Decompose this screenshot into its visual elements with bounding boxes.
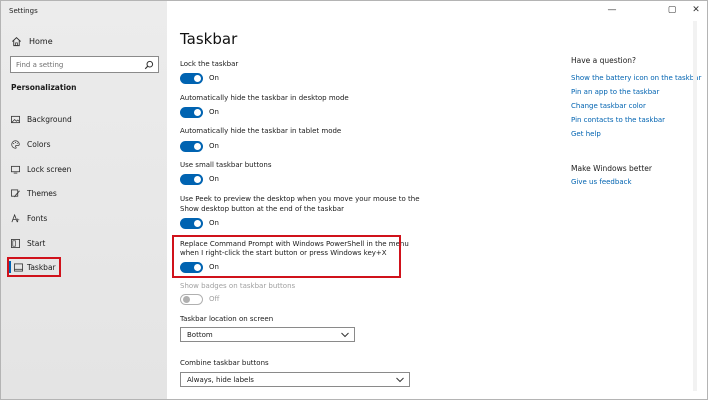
toggle-autohide-tablet[interactable] <box>180 141 203 152</box>
sidebar-item-label: Themes <box>27 188 57 198</box>
highlight-box-taskbar-nav <box>7 257 61 277</box>
page-title: Taskbar <box>180 30 238 48</box>
chevron-down-icon <box>396 377 404 383</box>
location-dropdown[interactable]: Bottom <box>180 327 355 342</box>
app-title: Settings <box>9 7 38 15</box>
brush-icon <box>11 188 20 197</box>
toggle-badges[interactable] <box>180 294 203 305</box>
toggle-state: Off <box>209 295 220 303</box>
font-icon <box>11 213 20 222</box>
combine-value: Always, hide labels <box>187 376 254 384</box>
toggle-knob <box>194 176 201 183</box>
highlight-box-powershell <box>172 235 401 278</box>
sidebar-item-colors[interactable]: Colors <box>1 133 167 155</box>
sidebar-item-background[interactable]: Background <box>1 108 167 130</box>
search-input[interactable]: Find a setting <box>10 56 159 73</box>
link-pin-contacts[interactable]: Pin contacts to the taskbar <box>571 116 665 124</box>
settings-window: Settings Home Find a setting Personaliza… <box>0 0 708 400</box>
link-change-color[interactable]: Change taskbar color <box>571 102 646 110</box>
sidebar-item-label: Lock screen <box>27 164 72 174</box>
combine-dropdown[interactable]: Always, hide labels <box>180 372 410 387</box>
toggle-knob <box>194 75 201 82</box>
location-label: Taskbar location on screen <box>180 315 274 323</box>
link-feedback[interactable]: Give us feedback <box>571 178 632 186</box>
toggle-knob <box>194 220 201 227</box>
home-link[interactable]: Home <box>11 35 53 47</box>
setting-label-badges: Show badges on taskbar buttons <box>180 282 296 290</box>
home-label: Home <box>29 36 53 46</box>
maximize-button[interactable]: ▢ <box>665 5 679 15</box>
image-icon <box>11 115 20 123</box>
setting-label-lock-taskbar: Lock the taskbar <box>180 60 239 68</box>
link-pin-app[interactable]: Pin an app to the taskbar <box>571 88 659 96</box>
sidebar-item-start[interactable]: Start <box>1 232 167 254</box>
main-content: — ▢ ✕ Taskbar Lock the taskbar On Automa… <box>167 1 701 399</box>
palette-icon <box>11 139 20 149</box>
link-battery-icon[interactable]: Show the battery icon on the taskbar <box>571 74 701 82</box>
close-button[interactable]: ✕ <box>689 5 703 15</box>
toggle-peek[interactable] <box>180 218 203 229</box>
scrollbar[interactable] <box>693 21 697 391</box>
minimize-button[interactable]: — <box>605 5 619 15</box>
toggle-state: On <box>209 219 219 227</box>
sidebar-item-label: Start <box>27 238 46 248</box>
sidebar-item-label: Colors <box>27 139 51 149</box>
toggle-knob <box>194 109 201 116</box>
better-header: Make Windows better <box>571 164 652 173</box>
toggle-knob <box>183 296 190 303</box>
toggle-state: On <box>209 175 219 183</box>
toggle-lock-taskbar[interactable] <box>180 73 203 84</box>
search-placeholder: Find a setting <box>16 61 64 69</box>
combine-label: Combine taskbar buttons <box>180 359 269 367</box>
sidebar-item-fonts[interactable]: Fonts <box>1 207 167 229</box>
location-value: Bottom <box>187 331 213 339</box>
toggle-autohide-desktop[interactable] <box>180 107 203 118</box>
setting-label-peek-line2: Show desktop button at the end of the ta… <box>180 205 344 213</box>
chevron-down-icon <box>341 332 349 338</box>
toggle-knob <box>194 143 201 150</box>
sidebar-item-lock-screen[interactable]: Lock screen <box>1 158 167 180</box>
toggle-state: On <box>209 108 219 116</box>
toggle-state: On <box>209 142 219 150</box>
toggle-small-buttons[interactable] <box>180 174 203 185</box>
link-get-help[interactable]: Get help <box>571 130 601 138</box>
setting-label-small-buttons: Use small taskbar buttons <box>180 161 272 169</box>
setting-label-autohide-tablet: Automatically hide the taskbar in tablet… <box>180 127 342 135</box>
question-header: Have a question? <box>571 56 637 65</box>
sidebar-item-label: Fonts <box>27 213 48 223</box>
search-icon <box>144 60 154 70</box>
monitor-icon <box>11 165 20 174</box>
section-header-personalization: Personalization <box>11 83 77 92</box>
setting-label-peek-line1: Use Peek to preview the desktop when you… <box>180 195 420 203</box>
sidebar-item-label: Background <box>27 114 72 124</box>
start-icon <box>11 238 20 248</box>
toggle-state: On <box>209 74 219 82</box>
home-icon <box>12 36 21 46</box>
sidebar-item-themes[interactable]: Themes <box>1 182 167 204</box>
sidebar: Settings Home Find a setting Personaliza… <box>1 1 167 399</box>
setting-label-autohide-desktop: Automatically hide the taskbar in deskto… <box>180 94 349 102</box>
